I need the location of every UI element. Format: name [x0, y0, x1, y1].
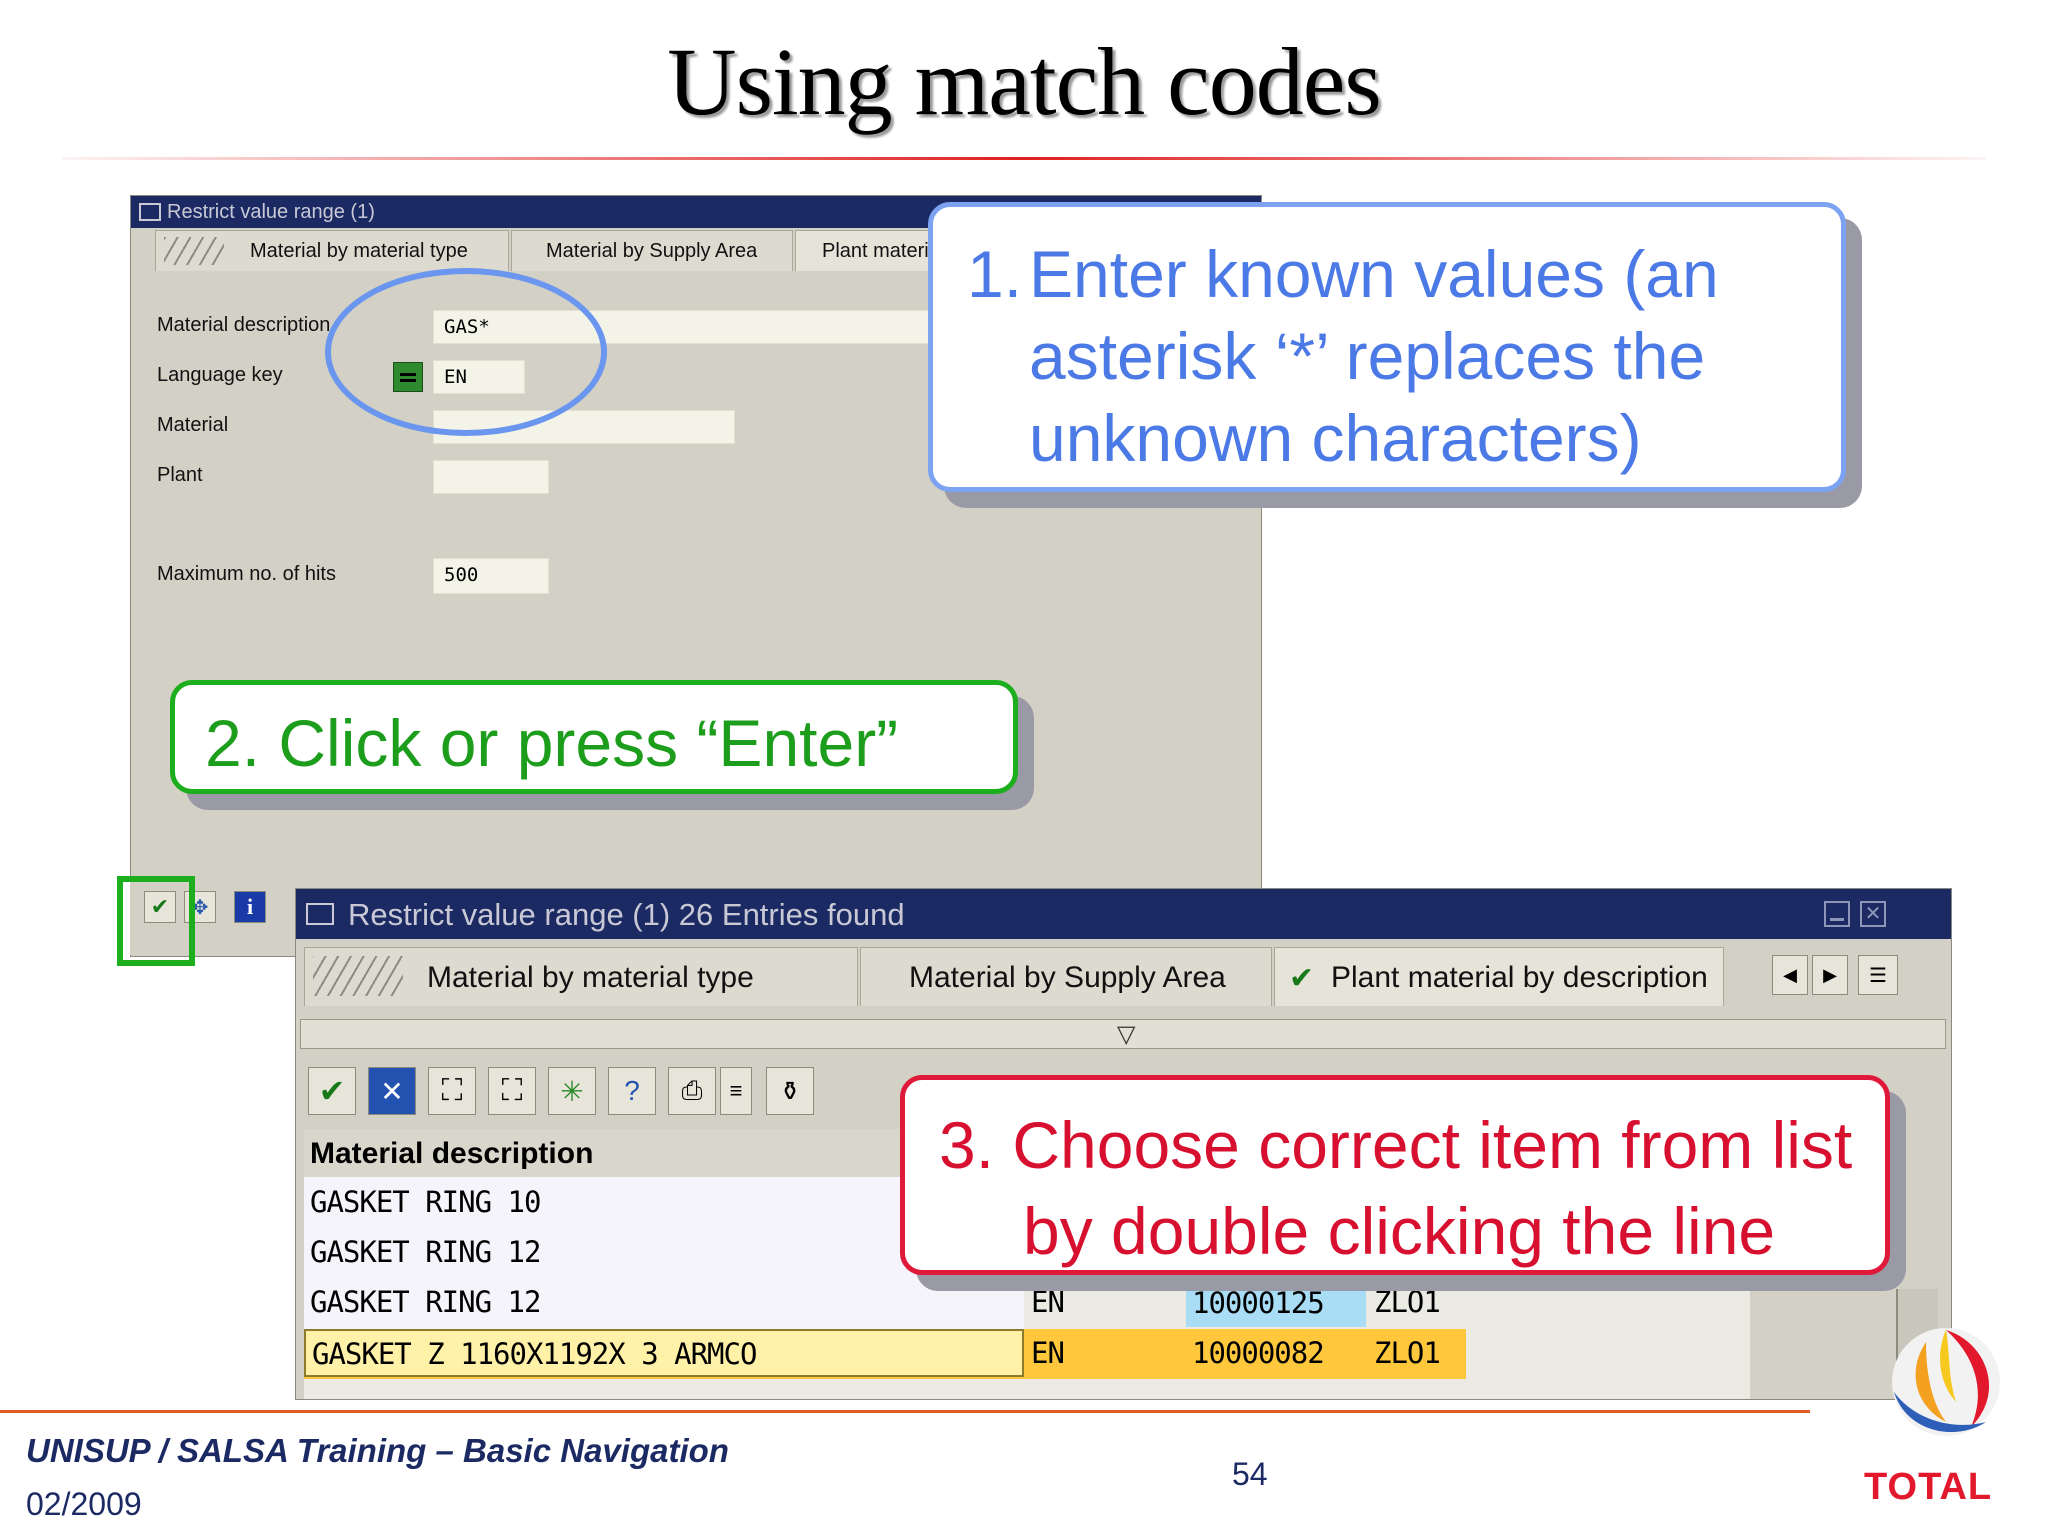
sort-icon[interactable]: ✳: [548, 1067, 596, 1115]
table-row-selected[interactable]: GASKET Z 1160X1192X 3 ARMCO EN 10000082 …: [304, 1329, 1466, 1379]
row-language: EN: [1031, 1336, 1065, 1370]
tab-label: Material by material type: [427, 961, 754, 994]
row-description: GASKET RING 12: [310, 1285, 541, 1319]
tab-scroll-left-icon[interactable]: ◀: [1772, 955, 1808, 995]
close-icon[interactable]: ✕: [1860, 901, 1886, 927]
maximum-hits-label: Maximum no. of hits: [157, 563, 336, 585]
tab-material-by-material-type[interactable]: Material by material type: [155, 230, 509, 271]
info-icon[interactable]: i: [234, 891, 266, 923]
tab-label: Material by Supply Area: [909, 961, 1226, 994]
tab-plant-material-by-description[interactable]: ✔ Plant material by description: [1274, 947, 1724, 1006]
callout-step-3: 3. Choose correct item from list by doub…: [900, 1075, 1890, 1275]
personalize-icon[interactable]: ⚱: [766, 1067, 814, 1115]
row-language: EN: [1031, 1285, 1065, 1319]
material-label: Material: [157, 414, 229, 436]
callout-step-1: 1. Enter known values (an asterisk ‘*’ r…: [928, 202, 1846, 492]
tab-label: Plant materi: [822, 240, 929, 262]
dialog-title: Restrict value range (1): [167, 201, 375, 223]
row-description: GASKET RING 10: [310, 1185, 541, 1219]
find-icon[interactable]: ⛶: [428, 1067, 476, 1115]
callout-step-3-line-2: by double clicking the line: [1023, 1194, 1776, 1268]
plant-label: Plant: [157, 464, 203, 486]
tab-list-icon[interactable]: ☰: [1858, 955, 1898, 995]
title-divider: [62, 157, 1986, 160]
input-highlight-ellipse: [325, 268, 607, 436]
active-tab-check-icon: ✔: [1289, 962, 1315, 995]
plant-field[interactable]: [433, 460, 549, 494]
cancel-icon[interactable]: ✕: [368, 1067, 416, 1115]
slide-title: Using match codes: [667, 28, 1382, 135]
page-number: 54: [1232, 1456, 1268, 1492]
tab-label: Plant material by description: [1331, 961, 1708, 994]
footer-date: 02/2009: [26, 1486, 142, 1522]
tab-material-by-material-type[interactable]: Material by material type: [304, 947, 858, 1006]
results-title-bar: Restrict value range (1) 26 Entries foun…: [296, 889, 1951, 939]
tab-material-by-supply-area[interactable]: Material by Supply Area: [511, 230, 793, 271]
find-next-icon[interactable]: ⛶: [488, 1067, 536, 1115]
row-description: GASKET Z 1160X1192X 3 ARMCO: [304, 1329, 1024, 1377]
total-logo-icon: [1892, 1328, 2000, 1436]
row-material: 10000125: [1186, 1279, 1366, 1327]
window-icon: [139, 203, 161, 221]
minimize-icon[interactable]: [1824, 901, 1850, 927]
row-description: GASKET RING 12: [310, 1235, 541, 1269]
tab-scroll-grip: [164, 237, 224, 265]
callout-step-2: 2. Click or press “Enter”: [170, 680, 1018, 794]
callout-step-1-line-2: asterisk ‘*’ replaces the: [1029, 319, 1706, 393]
restriction-bar[interactable]: ▽: [300, 1019, 1946, 1049]
help-icon[interactable]: ?: [608, 1067, 656, 1115]
print-icon[interactable]: ⎙: [668, 1067, 716, 1115]
row-plant: ZLO1: [1374, 1336, 1441, 1370]
callout-step-3-line-1: 3. Choose correct item from list: [939, 1108, 1853, 1182]
expand-restrictions-icon: ▽: [1117, 1021, 1136, 1048]
column-header-material-description: Material description: [310, 1137, 594, 1170]
callout-step-1-number: 1.: [967, 237, 1023, 311]
maximum-hits-field[interactable]: 500: [433, 558, 549, 594]
table-row[interactable]: GASKET RING 12 EN 10000125 ZLO1: [304, 1279, 1750, 1327]
row-plant: ZLO1: [1374, 1285, 1441, 1319]
tab-material-by-supply-area[interactable]: Material by Supply Area: [860, 947, 1272, 1006]
callout-step-2-text: 2. Click or press “Enter”: [205, 706, 899, 780]
enter-button-highlight: [117, 876, 195, 966]
tab-scroll-grip: [313, 956, 403, 996]
tab-scroll-right-icon[interactable]: ▶: [1812, 955, 1848, 995]
ok-check-icon[interactable]: ✔: [308, 1067, 356, 1115]
list-options-icon[interactable]: ≡: [720, 1067, 752, 1115]
window-icon: [306, 903, 334, 925]
row-material: 10000082: [1192, 1336, 1325, 1370]
footer-title: UNISUP / SALSA Training – Basic Navigati…: [26, 1432, 729, 1469]
tab-label: Material by Supply Area: [546, 240, 758, 262]
callout-step-1-line-1: Enter known values (an: [1029, 237, 1719, 311]
results-title: Restrict value range (1) 26 Entries foun…: [348, 897, 905, 932]
language-key-label: Language key: [157, 364, 283, 386]
footer-divider: [0, 1410, 1810, 1413]
logo-wordmark: TOTAL: [1864, 1466, 1993, 1508]
callout-step-1-line-3: unknown characters): [1029, 401, 1642, 475]
material-description-label: Material description: [157, 314, 331, 336]
tab-label: Material by material type: [250, 240, 468, 262]
